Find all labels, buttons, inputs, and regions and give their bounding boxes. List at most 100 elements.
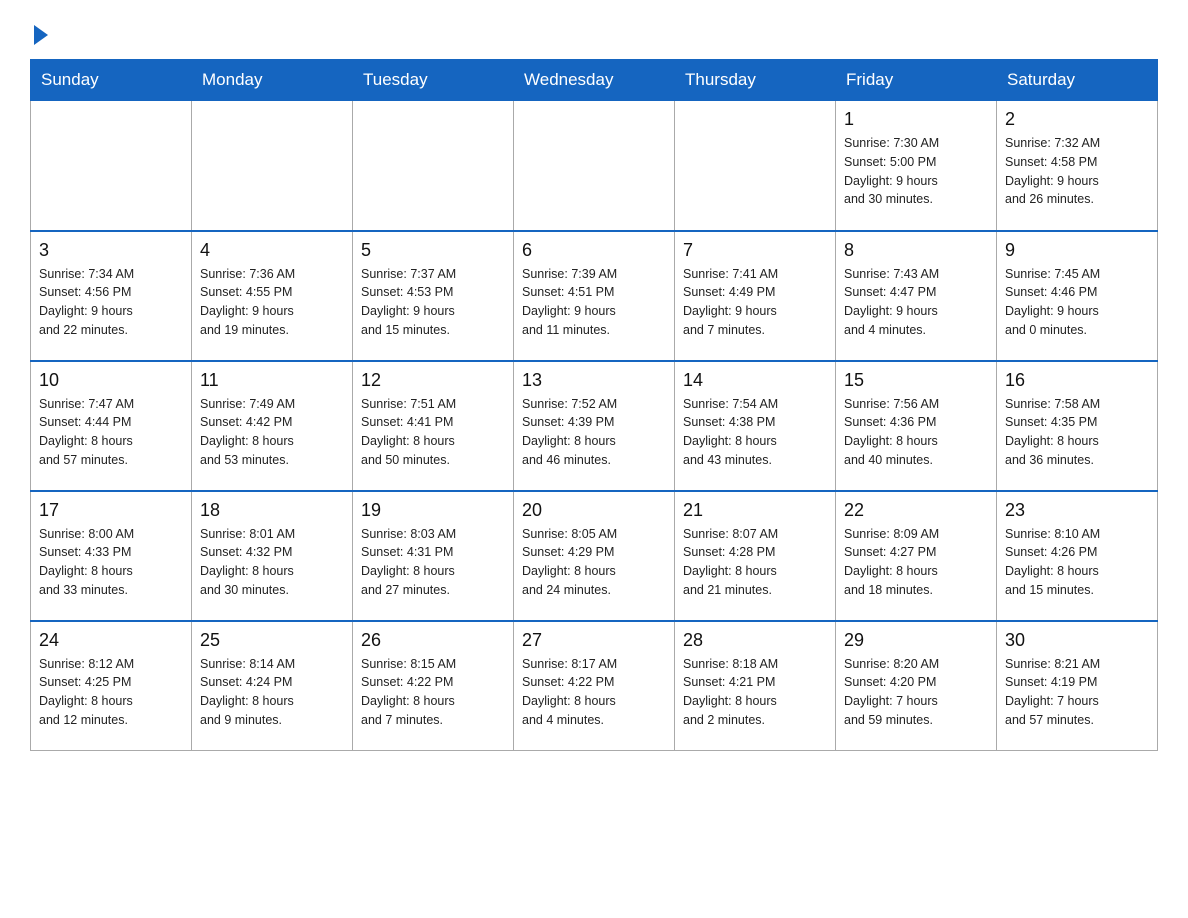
day-number: 20 <box>522 498 666 523</box>
day-info: Sunrise: 8:14 AMSunset: 4:24 PMDaylight:… <box>200 655 344 730</box>
calendar-cell: 2Sunrise: 7:32 AMSunset: 4:58 PMDaylight… <box>997 101 1158 231</box>
day-number: 23 <box>1005 498 1149 523</box>
day-info: Sunrise: 7:39 AMSunset: 4:51 PMDaylight:… <box>522 265 666 340</box>
day-info: Sunrise: 8:05 AMSunset: 4:29 PMDaylight:… <box>522 525 666 600</box>
calendar-cell: 28Sunrise: 8:18 AMSunset: 4:21 PMDayligh… <box>675 621 836 751</box>
weekday-header-row: SundayMondayTuesdayWednesdayThursdayFrid… <box>31 60 1158 101</box>
day-number: 14 <box>683 368 827 393</box>
day-number: 19 <box>361 498 505 523</box>
calendar-cell: 23Sunrise: 8:10 AMSunset: 4:26 PMDayligh… <box>997 491 1158 621</box>
day-info: Sunrise: 8:00 AMSunset: 4:33 PMDaylight:… <box>39 525 183 600</box>
day-info: Sunrise: 7:30 AMSunset: 5:00 PMDaylight:… <box>844 134 988 209</box>
day-info: Sunrise: 8:21 AMSunset: 4:19 PMDaylight:… <box>1005 655 1149 730</box>
day-info: Sunrise: 7:37 AMSunset: 4:53 PMDaylight:… <box>361 265 505 340</box>
day-info: Sunrise: 8:17 AMSunset: 4:22 PMDaylight:… <box>522 655 666 730</box>
calendar-cell: 5Sunrise: 7:37 AMSunset: 4:53 PMDaylight… <box>353 231 514 361</box>
day-number: 28 <box>683 628 827 653</box>
calendar-cell: 22Sunrise: 8:09 AMSunset: 4:27 PMDayligh… <box>836 491 997 621</box>
calendar-cell: 18Sunrise: 8:01 AMSunset: 4:32 PMDayligh… <box>192 491 353 621</box>
header <box>30 20 1158 45</box>
calendar-cell: 20Sunrise: 8:05 AMSunset: 4:29 PMDayligh… <box>514 491 675 621</box>
day-info: Sunrise: 8:12 AMSunset: 4:25 PMDaylight:… <box>39 655 183 730</box>
day-info: Sunrise: 8:01 AMSunset: 4:32 PMDaylight:… <box>200 525 344 600</box>
calendar-cell: 30Sunrise: 8:21 AMSunset: 4:19 PMDayligh… <box>997 621 1158 751</box>
day-info: Sunrise: 7:32 AMSunset: 4:58 PMDaylight:… <box>1005 134 1149 209</box>
day-number: 2 <box>1005 107 1149 132</box>
calendar-cell: 6Sunrise: 7:39 AMSunset: 4:51 PMDaylight… <box>514 231 675 361</box>
weekday-header-tuesday: Tuesday <box>353 60 514 101</box>
day-info: Sunrise: 7:34 AMSunset: 4:56 PMDaylight:… <box>39 265 183 340</box>
calendar: SundayMondayTuesdayWednesdayThursdayFrid… <box>30 59 1158 751</box>
day-number: 4 <box>200 238 344 263</box>
calendar-cell: 11Sunrise: 7:49 AMSunset: 4:42 PMDayligh… <box>192 361 353 491</box>
day-info: Sunrise: 8:09 AMSunset: 4:27 PMDaylight:… <box>844 525 988 600</box>
calendar-cell: 17Sunrise: 8:00 AMSunset: 4:33 PMDayligh… <box>31 491 192 621</box>
day-number: 8 <box>844 238 988 263</box>
day-info: Sunrise: 8:10 AMSunset: 4:26 PMDaylight:… <box>1005 525 1149 600</box>
day-info: Sunrise: 7:52 AMSunset: 4:39 PMDaylight:… <box>522 395 666 470</box>
calendar-cell: 19Sunrise: 8:03 AMSunset: 4:31 PMDayligh… <box>353 491 514 621</box>
calendar-cell: 25Sunrise: 8:14 AMSunset: 4:24 PMDayligh… <box>192 621 353 751</box>
day-number: 5 <box>361 238 505 263</box>
day-info: Sunrise: 7:45 AMSunset: 4:46 PMDaylight:… <box>1005 265 1149 340</box>
calendar-cell: 8Sunrise: 7:43 AMSunset: 4:47 PMDaylight… <box>836 231 997 361</box>
day-info: Sunrise: 7:54 AMSunset: 4:38 PMDaylight:… <box>683 395 827 470</box>
day-info: Sunrise: 7:49 AMSunset: 4:42 PMDaylight:… <box>200 395 344 470</box>
day-number: 21 <box>683 498 827 523</box>
calendar-cell: 13Sunrise: 7:52 AMSunset: 4:39 PMDayligh… <box>514 361 675 491</box>
calendar-cell <box>675 101 836 231</box>
day-number: 13 <box>522 368 666 393</box>
logo-blue-text <box>30 25 50 45</box>
day-number: 6 <box>522 238 666 263</box>
calendar-cell <box>514 101 675 231</box>
calendar-cell: 24Sunrise: 8:12 AMSunset: 4:25 PMDayligh… <box>31 621 192 751</box>
day-number: 16 <box>1005 368 1149 393</box>
day-number: 24 <box>39 628 183 653</box>
weekday-header-friday: Friday <box>836 60 997 101</box>
week-row-5: 24Sunrise: 8:12 AMSunset: 4:25 PMDayligh… <box>31 621 1158 751</box>
calendar-cell: 14Sunrise: 7:54 AMSunset: 4:38 PMDayligh… <box>675 361 836 491</box>
weekday-header-wednesday: Wednesday <box>514 60 675 101</box>
day-number: 25 <box>200 628 344 653</box>
day-number: 10 <box>39 368 183 393</box>
logo-triangle-icon <box>34 25 48 45</box>
calendar-cell: 3Sunrise: 7:34 AMSunset: 4:56 PMDaylight… <box>31 231 192 361</box>
day-number: 26 <box>361 628 505 653</box>
calendar-cell: 12Sunrise: 7:51 AMSunset: 4:41 PMDayligh… <box>353 361 514 491</box>
calendar-cell: 9Sunrise: 7:45 AMSunset: 4:46 PMDaylight… <box>997 231 1158 361</box>
day-number: 15 <box>844 368 988 393</box>
day-number: 3 <box>39 238 183 263</box>
calendar-cell: 4Sunrise: 7:36 AMSunset: 4:55 PMDaylight… <box>192 231 353 361</box>
calendar-cell: 1Sunrise: 7:30 AMSunset: 5:00 PMDaylight… <box>836 101 997 231</box>
day-info: Sunrise: 8:07 AMSunset: 4:28 PMDaylight:… <box>683 525 827 600</box>
day-number: 1 <box>844 107 988 132</box>
day-number: 7 <box>683 238 827 263</box>
weekday-header-thursday: Thursday <box>675 60 836 101</box>
day-number: 30 <box>1005 628 1149 653</box>
weekday-header-monday: Monday <box>192 60 353 101</box>
day-info: Sunrise: 7:47 AMSunset: 4:44 PMDaylight:… <box>39 395 183 470</box>
week-row-1: 1Sunrise: 7:30 AMSunset: 5:00 PMDaylight… <box>31 101 1158 231</box>
calendar-cell: 15Sunrise: 7:56 AMSunset: 4:36 PMDayligh… <box>836 361 997 491</box>
calendar-cell: 26Sunrise: 8:15 AMSunset: 4:22 PMDayligh… <box>353 621 514 751</box>
week-row-3: 10Sunrise: 7:47 AMSunset: 4:44 PMDayligh… <box>31 361 1158 491</box>
day-number: 18 <box>200 498 344 523</box>
day-info: Sunrise: 7:43 AMSunset: 4:47 PMDaylight:… <box>844 265 988 340</box>
day-info: Sunrise: 7:36 AMSunset: 4:55 PMDaylight:… <box>200 265 344 340</box>
day-number: 9 <box>1005 238 1149 263</box>
calendar-cell <box>192 101 353 231</box>
day-number: 22 <box>844 498 988 523</box>
calendar-cell: 21Sunrise: 8:07 AMSunset: 4:28 PMDayligh… <box>675 491 836 621</box>
week-row-2: 3Sunrise: 7:34 AMSunset: 4:56 PMDaylight… <box>31 231 1158 361</box>
weekday-header-sunday: Sunday <box>31 60 192 101</box>
calendar-cell: 29Sunrise: 8:20 AMSunset: 4:20 PMDayligh… <box>836 621 997 751</box>
day-info: Sunrise: 8:18 AMSunset: 4:21 PMDaylight:… <box>683 655 827 730</box>
calendar-cell <box>31 101 192 231</box>
day-number: 12 <box>361 368 505 393</box>
day-number: 29 <box>844 628 988 653</box>
day-info: Sunrise: 7:58 AMSunset: 4:35 PMDaylight:… <box>1005 395 1149 470</box>
day-info: Sunrise: 7:56 AMSunset: 4:36 PMDaylight:… <box>844 395 988 470</box>
weekday-header-saturday: Saturday <box>997 60 1158 101</box>
day-number: 17 <box>39 498 183 523</box>
day-number: 27 <box>522 628 666 653</box>
